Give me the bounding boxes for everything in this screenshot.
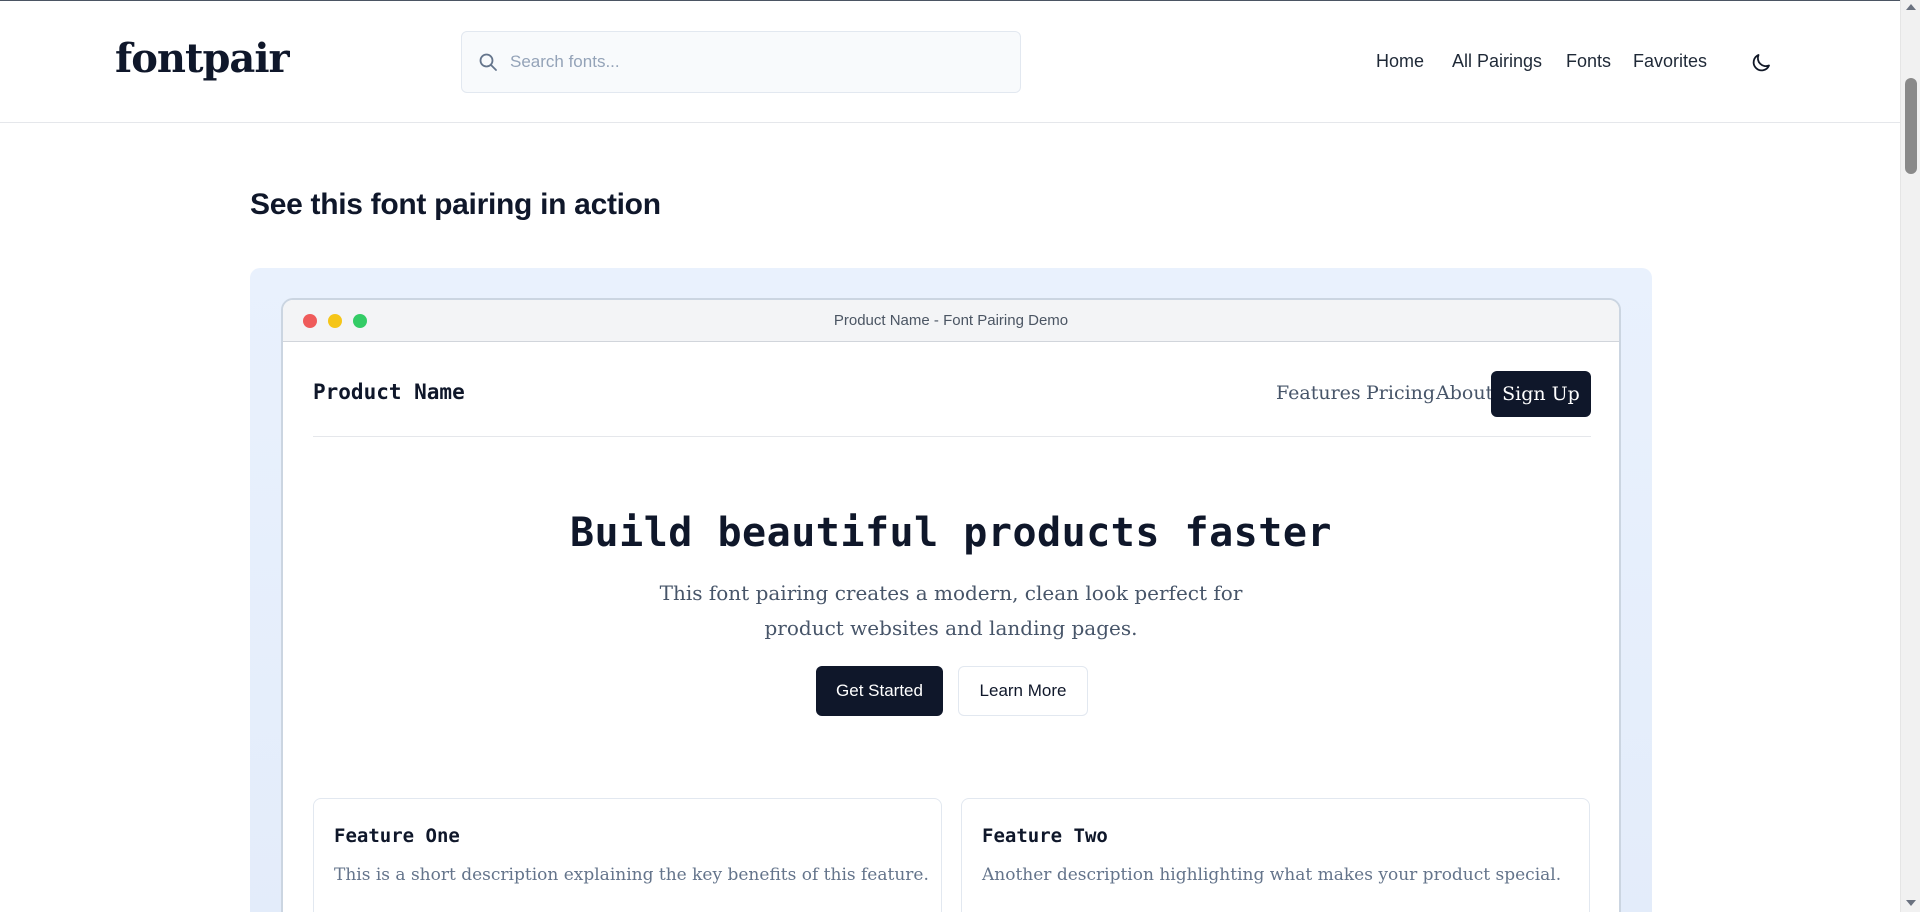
demo-hero-subtitle: This font pairing creates a modern, clea… bbox=[659, 581, 1243, 640]
moon-icon[interactable] bbox=[1749, 51, 1773, 75]
browser-mockup: Product Name - Font Pairing Demo Product… bbox=[281, 298, 1621, 912]
nav-link-home[interactable]: Home bbox=[1376, 51, 1424, 72]
browser-window-title: Product Name - Font Pairing Demo bbox=[833, 312, 1069, 329]
scrollbar-thumb[interactable] bbox=[1905, 78, 1917, 174]
feature-title: Feature One bbox=[334, 825, 460, 847]
scroll-up-arrow-icon[interactable] bbox=[1906, 4, 1916, 10]
search-input[interactable] bbox=[510, 42, 990, 82]
nav-link-favorites[interactable]: Favorites bbox=[1633, 51, 1707, 72]
site-logo[interactable]: fontpair bbox=[115, 35, 290, 82]
feature-card-one: Feature One This is a short description … bbox=[313, 798, 942, 912]
nav-link-all-pairings[interactable]: All Pairings bbox=[1452, 51, 1542, 72]
scroll-down-arrow-icon[interactable] bbox=[1906, 900, 1916, 906]
feature-description: Another description highlighting what ma… bbox=[982, 865, 1562, 885]
search-icon bbox=[479, 53, 497, 71]
demo-hero-title: Build beautiful products faster bbox=[569, 510, 1333, 556]
demo-link-pricing[interactable]: Pricing bbox=[1366, 382, 1435, 404]
feature-card-two: Feature Two Another description highligh… bbox=[961, 798, 1590, 912]
site-header: fontpair Home All Pairings Fonts Favorit… bbox=[0, 1, 1900, 123]
demo-link-features[interactable]: Features bbox=[1276, 382, 1361, 404]
search-box[interactable] bbox=[461, 31, 1021, 93]
demo-link-about[interactable]: About bbox=[1436, 382, 1493, 404]
nav-link-fonts[interactable]: Fonts bbox=[1566, 51, 1611, 72]
browser-title-bar: Product Name - Font Pairing Demo bbox=[283, 300, 1619, 342]
demo-signup-button[interactable]: Sign Up bbox=[1491, 371, 1591, 417]
demo-brand[interactable]: Product Name bbox=[313, 380, 465, 404]
learn-more-button[interactable]: Learn More bbox=[958, 666, 1088, 716]
section-title: See this font pairing in action bbox=[250, 188, 661, 221]
feature-title: Feature Two bbox=[982, 825, 1108, 847]
demo-navbar: Product Name Features Pricing About Sign… bbox=[313, 342, 1591, 437]
page-scrollbar[interactable] bbox=[1900, 0, 1920, 912]
feature-description: This is a short description explaining t… bbox=[334, 865, 929, 885]
get-started-button[interactable]: Get Started bbox=[816, 666, 943, 716]
